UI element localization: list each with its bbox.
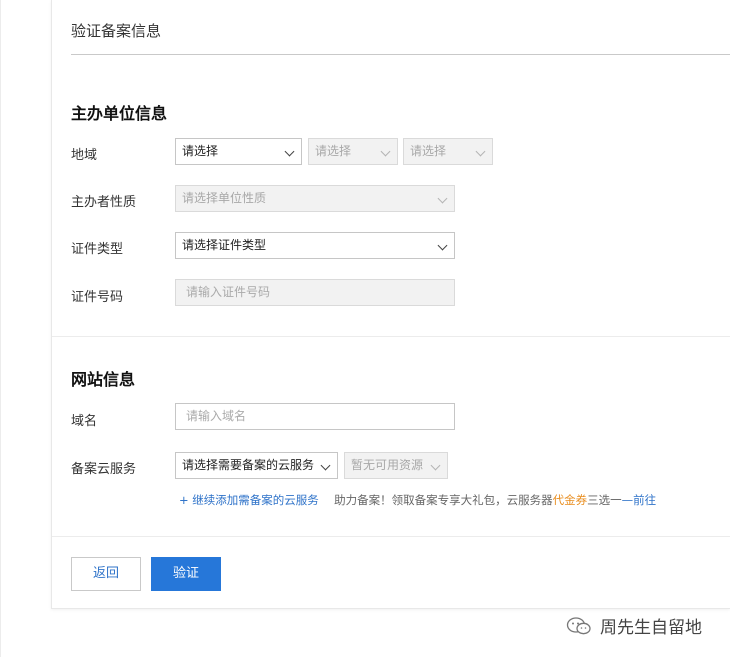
- promo-go-link-text: 前往: [633, 493, 657, 507]
- region-label: 地域: [71, 148, 98, 163]
- actions-divider: [52, 536, 730, 537]
- promo-choice-text: 三选一: [587, 493, 622, 507]
- cert-number-input[interactable]: 请输入证件号码: [175, 279, 455, 306]
- website-section-title: 网站信息: [71, 370, 136, 389]
- chevron-down-icon: [284, 146, 295, 157]
- province-select[interactable]: 请选择: [175, 138, 302, 165]
- sponsor-section-title: 主办单位信息: [71, 104, 168, 123]
- city-select[interactable]: 请选择: [308, 138, 398, 165]
- domain-input[interactable]: 请输入域名: [175, 403, 455, 430]
- province-select-value: 请选择: [182, 144, 219, 158]
- sponsor-nature-label: 主办者性质: [71, 195, 137, 210]
- district-select[interactable]: 请选择: [403, 138, 493, 165]
- wechat-official-account-icon: [566, 616, 591, 634]
- page-title: 验证备案信息: [71, 22, 162, 40]
- city-select-value: 请选择: [315, 144, 352, 158]
- chevron-down-icon: [437, 240, 448, 251]
- cert-type-label: 证件类型: [71, 242, 124, 257]
- title-divider: [71, 54, 730, 55]
- section-divider: [52, 336, 730, 337]
- page-edge-divider: [0, 0, 1, 657]
- chevron-down-icon: [437, 193, 448, 204]
- verify-button[interactable]: 验证: [151, 557, 221, 591]
- cloud-service-label: 备案云服务: [71, 462, 137, 477]
- verify-filing-card: 验证备案信息 主办单位信息 地域 请选择 请选择 请选择 主办者性质 请选择单位…: [51, 0, 730, 609]
- cloud-service-select[interactable]: 请选择需要备案的云服务: [175, 452, 338, 479]
- promo-voucher-text: 代金券: [552, 493, 588, 507]
- resource-select[interactable]: 暂无可用资源: [344, 452, 448, 479]
- watermark-text: 周先生自留地: [600, 618, 702, 638]
- cert-number-placeholder: 请输入证件号码: [186, 285, 271, 299]
- promo-text: 助力备案！领取备案专享大礼包，云服务器: [334, 493, 553, 507]
- cloud-service-hint: + 继续添加需备案的云服务 助力备案！领取备案专享大礼包，云服务器代金券三选一—…: [179, 492, 656, 508]
- cert-type-value: 请选择证件类型: [182, 238, 267, 252]
- cloud-service-value: 请选择需要备案的云服务: [182, 458, 315, 472]
- promo-go-link-label: —: [621, 493, 634, 507]
- chevron-down-icon: [430, 460, 441, 471]
- domain-placeholder: 请输入域名: [186, 409, 247, 423]
- chevron-down-icon: [320, 460, 331, 471]
- district-select-value: 请选择: [410, 144, 447, 158]
- chevron-down-icon: [380, 146, 391, 157]
- cert-number-label: 证件号码: [71, 290, 124, 305]
- sponsor-nature-select[interactable]: 请选择单位性质: [175, 185, 455, 212]
- add-cloud-service-link[interactable]: + 继续添加需备案的云服务: [179, 493, 319, 507]
- domain-label: 域名: [71, 414, 98, 429]
- back-button[interactable]: 返回: [71, 557, 141, 591]
- sponsor-nature-value: 请选择单位性质: [182, 191, 267, 205]
- cert-type-select[interactable]: 请选择证件类型: [175, 232, 455, 259]
- promo-go-link[interactable]: —前往: [622, 493, 657, 507]
- chevron-down-icon: [475, 146, 486, 157]
- watermark: 周先生自留地: [566, 613, 702, 638]
- resource-select-value: 暂无可用资源: [351, 458, 424, 472]
